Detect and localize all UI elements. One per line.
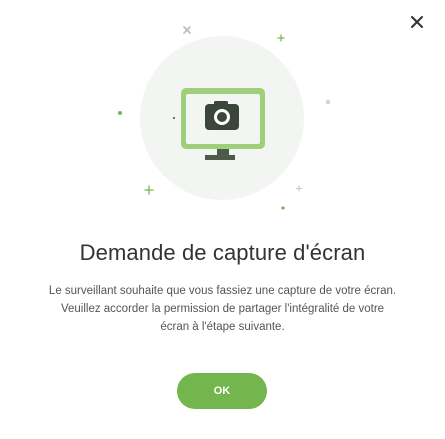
sparkle-plus bbox=[295, 185, 303, 192]
message-line: Le surveillant souhaite que vous fassiez… bbox=[48, 285, 397, 297]
ok-button[interactable]: OK bbox=[177, 373, 267, 409]
message-line: Veuillez accorder la permission de parta… bbox=[60, 303, 385, 315]
screenshot-illustration bbox=[118, 26, 330, 210]
dialog-message: Le surveillant souhaite que vous fassiez… bbox=[12, 282, 433, 336]
dialog-title: Demande de capture d'écran bbox=[79, 240, 366, 265]
sparkle-plus bbox=[144, 185, 154, 195]
sparkle-x bbox=[183, 26, 191, 34]
sparkle-plus bbox=[277, 34, 285, 42]
camera-icon bbox=[205, 101, 239, 130]
sparkle-square bbox=[173, 117, 175, 119]
sparkle-square bbox=[326, 100, 330, 104]
sparkle-dot bbox=[118, 111, 122, 115]
sparkle-dot bbox=[281, 206, 285, 210]
message-line: écran à l'étape suivante. bbox=[160, 321, 285, 333]
